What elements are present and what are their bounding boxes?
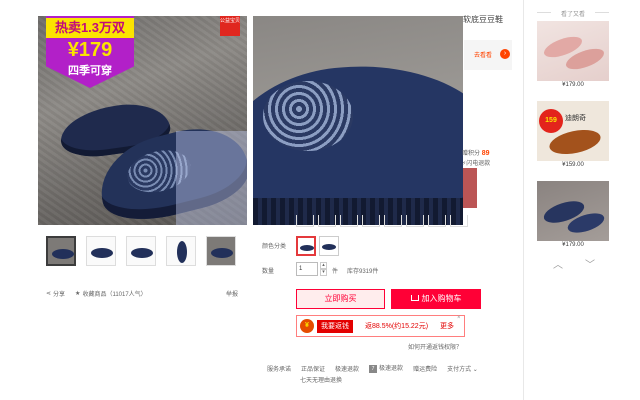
- color-swatch-shoe: [300, 245, 314, 251]
- rebate-button[interactable]: 我要返钱: [317, 320, 353, 333]
- quantity-unit: 件: [332, 269, 339, 275]
- recommend-item-3[interactable]: [537, 181, 609, 241]
- share-icon: ⋖: [46, 291, 52, 297]
- chevron-up-icon[interactable]: ︿: [552, 261, 564, 271]
- promo-headline: 热卖1.3万双: [46, 18, 134, 38]
- quantity-label: 数量: [262, 269, 275, 275]
- quantity-input[interactable]: 1: [296, 262, 318, 276]
- charity-tag: 公益宝贝: [220, 16, 240, 36]
- brand-label: 迪朗奇: [565, 115, 586, 122]
- favorite-label: 收藏商品（11017人气）: [82, 292, 147, 298]
- thumbnail-shoe: [177, 241, 187, 263]
- rebate-percent: 返88.5%(约15.22元): [365, 323, 429, 330]
- add-to-cart-button[interactable]: 加入购物车: [391, 289, 481, 309]
- size-option[interactable]: [340, 215, 358, 227]
- color-label: 颜色分类: [262, 244, 287, 250]
- thumbnail-shoe: [131, 248, 153, 258]
- size-option[interactable]: [362, 215, 380, 227]
- recommend-image: [537, 21, 609, 81]
- go-see-link[interactable]: 去看看: [474, 50, 492, 59]
- thumbnail-shoe: [91, 248, 113, 258]
- chevron-down-icon[interactable]: ﹀: [584, 261, 596, 271]
- product-page: 热卖1.3万双 ¥179 四季可穿 公益宝贝 软底豆豆鞋 去看看 › 赠积分 8…: [0, 0, 640, 400]
- size-option[interactable]: [428, 215, 446, 227]
- lightning-refund: ⚡闪电退款: [462, 161, 491, 167]
- chevron-down-icon: ⌄: [472, 366, 478, 373]
- cart-icon: [410, 295, 419, 301]
- add-to-cart-label: 加入购物车: [421, 294, 462, 303]
- report-link[interactable]: 举报: [226, 289, 238, 298]
- size-option[interactable]: [318, 215, 336, 227]
- service-item[interactable]: 极速退款: [335, 364, 359, 373]
- recommend-image: 159 迪朗奇: [537, 101, 609, 161]
- points-label: 赠积分: [462, 151, 481, 157]
- share-label: 分享: [53, 292, 66, 298]
- how-to-enable-link[interactable]: 如何开通返钱权限？: [408, 342, 462, 351]
- recommend-price: ¥159.00: [562, 162, 584, 168]
- recommend-item-1[interactable]: [537, 21, 609, 81]
- favorite-button[interactable]: ★ 收藏商品（11017人气）: [75, 289, 147, 298]
- price-badge: 159: [539, 109, 563, 133]
- recommend-price: ¥179.00: [562, 82, 584, 88]
- sku-size-row: [296, 215, 472, 227]
- payment-methods-dropdown[interactable]: 支付方式 ⌄: [447, 364, 478, 373]
- thumbnail-3[interactable]: [126, 236, 156, 266]
- thumbnail-strip: [46, 236, 236, 266]
- stock-count: 库存9319件: [347, 269, 379, 275]
- thumbnail-2[interactable]: [86, 236, 116, 266]
- price-box-fragment: 去看看 ›: [464, 40, 512, 70]
- recommend-image: [537, 181, 609, 241]
- service-item[interactable]: 正品保证: [301, 364, 325, 373]
- size-option[interactable]: [406, 215, 424, 227]
- decrement-icon[interactable]: ▾: [320, 269, 327, 276]
- points-value: 89: [481, 150, 490, 157]
- size-option[interactable]: [296, 215, 314, 227]
- lightning-refund-label: 闪电退款: [466, 161, 491, 167]
- service-item-label: 极速退款: [379, 366, 404, 372]
- color-option-navy[interactable]: [296, 236, 316, 256]
- thumbnail-shoe: [52, 249, 74, 259]
- size-option[interactable]: [384, 215, 402, 227]
- promo-price: ¥179: [67, 39, 113, 61]
- product-title-fragment: 软底豆豆鞋: [463, 15, 503, 24]
- coin-icon: ¥: [300, 319, 314, 333]
- increment-icon[interactable]: ▴: [320, 262, 327, 269]
- arrow-right-icon[interactable]: ›: [500, 49, 510, 59]
- buy-now-button[interactable]: 立即购买: [296, 289, 385, 309]
- service-row: 服务承诺 正品保证 极速退款 7 极速退款 赠运费险 支付方式 ⌄: [267, 363, 478, 373]
- rebate-banner: ¥ 我要返钱 返88.5%(约15.22元) 更多 ×: [296, 315, 465, 337]
- thumbnail-1[interactable]: [46, 236, 76, 266]
- color-option-navy-2[interactable]: [319, 236, 339, 256]
- zoomed-product-view: [253, 16, 463, 225]
- service-item-7day[interactable]: 7 极速退款: [369, 363, 403, 373]
- star-icon: ★: [75, 291, 81, 297]
- thumbnail-5[interactable]: [206, 236, 236, 266]
- thumbnail-4[interactable]: [166, 236, 196, 266]
- zoom-lens[interactable]: [176, 131, 247, 225]
- share-row: ⋖ 分享 ★ 收藏商品（11017人气）: [46, 289, 147, 298]
- promo-badge: 热卖1.3万双 ¥179 四季可穿: [46, 16, 134, 88]
- thumbnail-shoe: [211, 248, 233, 258]
- sidebar-divider: [523, 0, 524, 400]
- t7-icon: 7: [369, 365, 378, 373]
- quantity-stepper[interactable]: ▴ ▾: [320, 262, 327, 276]
- zoomed-rhinestone-pattern: [263, 81, 353, 151]
- rebate-more-link[interactable]: 更多: [440, 320, 454, 333]
- color-swatch-shoe: [322, 244, 336, 250]
- recommend-item-2[interactable]: 159 迪朗奇: [537, 101, 609, 161]
- points-row: 赠积分 89: [462, 148, 489, 157]
- service-item[interactable]: 赠运费险: [413, 364, 437, 373]
- close-icon[interactable]: ×: [457, 315, 461, 321]
- return-policy: 七天无理由退换: [300, 378, 343, 384]
- payment-methods-label: 支付方式: [447, 366, 472, 373]
- recommend-price: ¥179.00: [562, 242, 584, 248]
- promo-tagline: 四季可穿: [68, 65, 112, 77]
- recommend-title: 看了又看: [537, 9, 609, 18]
- service-label: 服务承诺: [267, 366, 292, 373]
- share-button[interactable]: ⋖ 分享: [46, 289, 65, 298]
- peek-thumbnail: [463, 168, 477, 208]
- size-option[interactable]: [450, 215, 468, 227]
